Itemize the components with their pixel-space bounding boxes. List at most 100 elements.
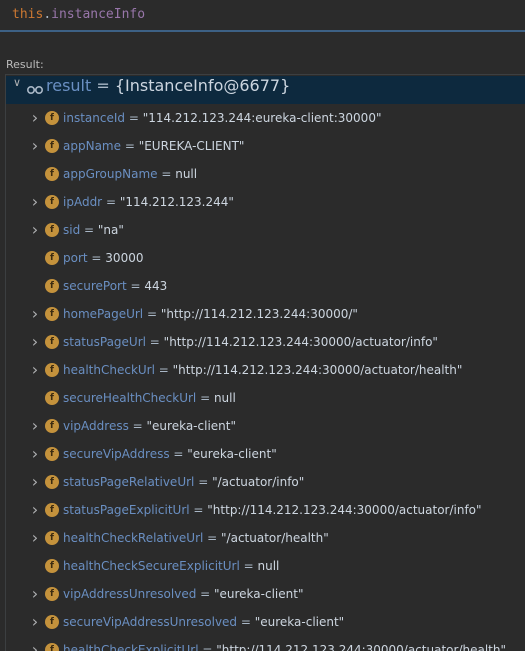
chevron-right-icon[interactable]: › xyxy=(30,608,40,636)
field-value: null xyxy=(257,559,280,573)
result-label: Result: xyxy=(6,58,44,71)
field-name: instanceId xyxy=(63,111,125,125)
expression-keyword: this xyxy=(12,7,44,22)
field-row-ipAddr[interactable]: › f ipAddr = "114.212.123.244" xyxy=(6,188,525,216)
field-line: healthCheckUrl = "http://114.212.123.244… xyxy=(63,356,462,384)
field-equals: = xyxy=(102,195,120,209)
field-name: secureVipAddress xyxy=(63,447,170,461)
field-icon: f xyxy=(45,391,59,405)
expression-separator: . xyxy=(43,7,52,22)
chevron-right-icon[interactable]: › xyxy=(30,356,40,384)
field-equals: = xyxy=(196,391,214,405)
field-row-secureVipAddressUnresolved[interactable]: › f secureVipAddressUnresolved = "eureka-c… xyxy=(6,608,525,636)
field-name: sid xyxy=(63,223,81,237)
field-icon: f xyxy=(45,279,59,293)
field-line: vipAddress = "eureka-client" xyxy=(63,412,236,440)
field-value: "http://114.212.123.244:30000/" xyxy=(160,307,358,321)
chevron-right-icon[interactable]: › xyxy=(30,328,40,356)
field-line: healthCheckSecureExplicitUrl = null xyxy=(63,552,279,580)
field-equals: = xyxy=(87,251,106,265)
field-row-securePort[interactable]: f securePort = 443 xyxy=(6,272,525,300)
field-value: "na" xyxy=(97,223,124,237)
field-name: healthCheckRelativeUrl xyxy=(63,531,204,545)
expression-input[interactable]: this.instanceInfo xyxy=(0,0,525,32)
field-value: 30000 xyxy=(105,251,144,265)
chevron-down-icon[interactable]: ∨ xyxy=(12,76,22,104)
field-value: "http://114.212.123.244:30000/actuator/i… xyxy=(163,335,438,349)
field-value: "eureka-client" xyxy=(214,587,304,601)
field-row-statusPageUrl[interactable]: › f statusPageUrl = "http://114.212.123.24… xyxy=(6,328,525,356)
field-icon: f xyxy=(45,475,59,489)
result-root-row[interactable]: ∨ result = {InstanceInfo@6677} xyxy=(6,76,525,104)
field-row-healthCheckSecureExplicitUrl[interactable]: f healthCheckSecureExplicitUrl = null xyxy=(6,552,525,580)
result-root-line: result = {InstanceInfo@6677} xyxy=(46,76,290,104)
field-row-secureVipAddress[interactable]: › f secureVipAddress = "eureka-client" xyxy=(6,440,525,468)
field-icon: f xyxy=(45,363,59,377)
field-line: appName = "EUREKA-CLIENT" xyxy=(63,132,244,160)
chevron-right-icon[interactable]: › xyxy=(30,440,40,468)
field-line: vipAddressUnresolved = "eureka-client" xyxy=(63,580,303,608)
field-equals: = xyxy=(128,419,147,433)
field-row-sid[interactable]: › f sid = "na" xyxy=(6,216,525,244)
expression-field: instanceInfo xyxy=(51,7,146,22)
field-name: statusPageExplicitUrl xyxy=(63,503,190,517)
field-icon: f xyxy=(45,111,59,125)
field-row-healthCheckRelativeUrl[interactable]: › f healthCheckRelativeUrl = "/actuator/he… xyxy=(6,524,525,552)
field-row-statusPageRelativeUrl[interactable]: › f statusPageRelativeUrl = "/actuator/inf… xyxy=(6,468,525,496)
chevron-right-icon[interactable]: › xyxy=(30,216,40,244)
field-value: null xyxy=(175,167,198,181)
field-name: ipAddr xyxy=(63,195,103,209)
field-equals: = xyxy=(157,167,176,181)
field-row-homePageUrl[interactable]: › f homePageUrl = "http://114.212.123.244:… xyxy=(6,300,525,328)
field-value: "114.212.123.244:eureka-client:30000" xyxy=(142,111,382,125)
field-icon: f xyxy=(45,531,59,545)
chevron-right-icon[interactable]: › xyxy=(30,132,40,160)
chevron-right-icon[interactable]: › xyxy=(30,524,40,552)
field-equals: = xyxy=(125,111,143,125)
field-equals: = xyxy=(239,559,258,573)
field-name: healthCheckSecureExplicitUrl xyxy=(63,559,240,573)
field-row-statusPageExplicitUrl[interactable]: › f statusPageExplicitUrl = "http://114.21… xyxy=(6,496,525,524)
field-icon: f xyxy=(45,447,59,461)
chevron-right-icon[interactable]: › xyxy=(30,580,40,608)
field-row-secureHealthCheckUrl[interactable]: f secureHealthCheckUrl = null xyxy=(6,384,525,412)
field-line: instanceId = "114.212.123.244:eureka-cli… xyxy=(63,104,381,132)
field-equals: = xyxy=(198,643,217,651)
field-row-port[interactable]: f port = 30000 xyxy=(6,244,525,272)
field-line: statusPageRelativeUrl = "/actuator/info" xyxy=(63,468,304,496)
field-row-healthCheckUrl[interactable]: › f healthCheckUrl = "http://114.212.123.2… xyxy=(6,356,525,384)
field-line: securePort = 443 xyxy=(63,272,167,300)
field-value: "http://114.212.123.244:30000/actuator/i… xyxy=(207,503,482,517)
field-icon: f xyxy=(45,167,59,181)
field-value: 443 xyxy=(144,279,168,293)
field-name: port xyxy=(63,251,88,265)
field-row-appGroupName[interactable]: f appGroupName = null xyxy=(6,160,525,188)
field-icon: f xyxy=(45,307,59,321)
result-tree[interactable]: ∨ result = {InstanceInfo@6677} › f instanc… xyxy=(5,74,525,651)
field-value: "/actuator/health" xyxy=(221,531,329,545)
field-icon: f xyxy=(45,643,59,651)
chevron-right-icon[interactable]: › xyxy=(30,300,40,328)
field-line: healthCheckExplicitUrl = "http://114.212… xyxy=(63,636,506,651)
field-equals: = xyxy=(143,307,161,321)
chevron-right-icon[interactable]: › xyxy=(30,468,40,496)
field-row-vipAddressUnresolved[interactable]: › f vipAddressUnresolved = "eureka-client" xyxy=(6,580,525,608)
field-name: statusPageRelativeUrl xyxy=(63,475,195,489)
chevron-right-icon[interactable]: › xyxy=(30,636,40,651)
field-icon: f xyxy=(45,503,59,517)
field-equals: = xyxy=(126,279,145,293)
expression-text[interactable]: this.instanceInfo xyxy=(12,6,145,24)
field-icon: f xyxy=(45,139,59,153)
chevron-right-icon[interactable]: › xyxy=(30,412,40,440)
chevron-right-icon[interactable]: › xyxy=(30,496,40,524)
field-equals: = xyxy=(194,475,213,489)
field-row-healthCheckExplicitUrl[interactable]: › f healthCheckExplicitUrl = "http://114.2… xyxy=(6,636,525,651)
field-value: "eureka-client" xyxy=(254,615,345,629)
field-row-vipAddress[interactable]: › f vipAddress = "eureka-client" xyxy=(6,412,525,440)
field-line: homePageUrl = "http://114.212.123.244:30… xyxy=(63,300,358,328)
field-row-appName[interactable]: › f appName = "EUREKA-CLIENT" xyxy=(6,132,525,160)
field-row-instanceId[interactable]: › f instanceId = "114.212.123.244:eureka-c… xyxy=(6,104,525,132)
chevron-right-icon[interactable]: › xyxy=(30,188,40,216)
field-line: statusPageExplicitUrl = "http://114.212.… xyxy=(63,496,482,524)
chevron-right-icon[interactable]: › xyxy=(30,104,40,132)
